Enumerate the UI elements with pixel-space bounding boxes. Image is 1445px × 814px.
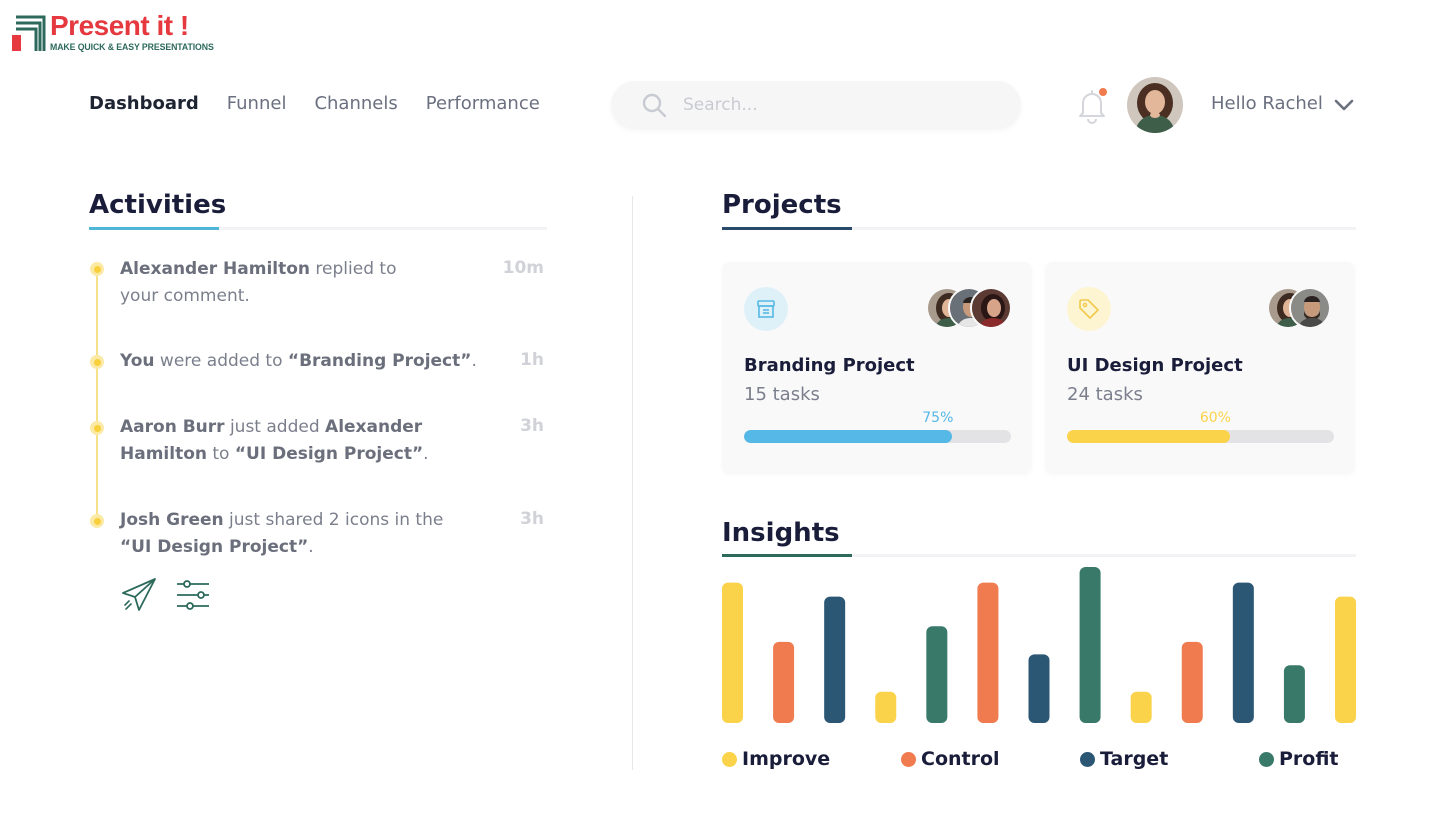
progress-percent: 75% <box>922 410 954 426</box>
main-nav: Dashboard Funnel Channels Performance <box>89 92 540 116</box>
project-card-ui-design[interactable]: UI Design Project 24 tasks 60% <box>1045 262 1355 474</box>
search-input[interactable] <box>683 95 983 115</box>
chart-bar-improve <box>875 691 897 723</box>
activity-time: 3h <box>520 416 544 436</box>
legend-item-target: Target <box>1080 748 1168 770</box>
activity-time: 3h <box>520 509 544 529</box>
avatar <box>970 287 1012 329</box>
legend-item-improve: Improve <box>722 748 830 770</box>
progress-fill <box>1067 430 1230 443</box>
team-avatars <box>926 287 1012 329</box>
activities-underline <box>89 227 547 230</box>
projects-title: Projects <box>722 190 842 220</box>
legend-dot <box>1080 751 1095 767</box>
timeline-line <box>96 270 98 522</box>
search-icon <box>642 93 667 118</box>
archive-box-icon <box>757 300 775 318</box>
project-tasks: 24 tasks <box>1067 384 1143 405</box>
logo-title: Present it ! <box>50 10 189 41</box>
nav-channels[interactable]: Channels <box>314 92 397 116</box>
paper-plane-icon[interactable] <box>121 577 157 613</box>
team-avatars <box>1267 287 1331 329</box>
activity-time: 10m <box>502 258 544 278</box>
activity-item-text: Alexander Hamilton replied to your commen… <box>120 259 397 306</box>
tag-icon <box>1079 299 1099 319</box>
chart-bar-target <box>1232 582 1254 723</box>
chevron-down-icon[interactable] <box>1333 96 1355 114</box>
avatar <box>1289 287 1331 329</box>
progress-percent: 60% <box>1199 410 1231 426</box>
timeline-dot <box>90 262 104 276</box>
chart-bar-profit <box>926 626 948 723</box>
legend-label: Target <box>1100 748 1169 770</box>
activities-title: Activities <box>89 190 227 220</box>
activity-time: 1h <box>520 350 544 370</box>
progress-fill <box>744 430 953 443</box>
nav-dashboard[interactable]: Dashboard <box>89 92 199 116</box>
logo-mark-icon <box>12 15 46 51</box>
chart-bar-control <box>977 582 999 723</box>
insights-underline <box>722 554 1356 557</box>
progress-bar <box>1067 430 1334 443</box>
timeline-dot <box>90 421 104 435</box>
insights-title: Insights <box>722 518 840 548</box>
chart-bar-target <box>1028 654 1050 723</box>
chart-bar-improve <box>722 582 743 723</box>
chart-bar-target <box>824 596 846 723</box>
timeline-dot <box>90 514 104 528</box>
project-name: UI Design Project <box>1067 355 1243 376</box>
legend-item-profit: Profit <box>1259 748 1339 770</box>
legend-dot <box>722 751 737 767</box>
legend-label: Improve <box>742 748 831 770</box>
project-icon-wrapper <box>744 287 788 331</box>
sliders-icon[interactable] <box>175 577 211 613</box>
chart-bar-profit <box>1079 567 1101 723</box>
nav-performance[interactable]: Performance <box>426 92 540 116</box>
legend-item-control: Control <box>901 748 1000 770</box>
chart-bar-profit <box>1283 665 1305 723</box>
timeline-dot <box>90 355 104 369</box>
notifications-button[interactable] <box>1075 86 1109 124</box>
search-bar <box>611 81 1021 129</box>
project-tasks: 15 tasks <box>744 384 820 405</box>
legend-dot <box>901 751 916 767</box>
activity-item-text: Josh Green just shared 2 icons in the “UI… <box>120 510 444 557</box>
chart-legend: Improve Control Target Profit <box>722 748 1362 774</box>
legend-label: Control <box>921 748 1000 770</box>
progress-bar <box>744 430 1011 443</box>
chart-bar-improve <box>1130 691 1152 723</box>
logo-subtitle: MAKE QUICK & EASY PRESENTATIONS <box>50 42 214 53</box>
legend-dot <box>1259 751 1274 767</box>
project-icon-wrapper <box>1067 287 1111 331</box>
activity-item-text: Aaron Burr just added Alexander Hamilton … <box>120 417 429 464</box>
shared-icons <box>121 577 211 613</box>
user-avatar[interactable] <box>1127 77 1183 133</box>
projects-underline <box>722 227 1356 230</box>
chart-bar-control <box>1181 641 1203 723</box>
notification-badge <box>1099 88 1107 96</box>
avatar-image <box>1127 77 1183 133</box>
chart-bar-improve <box>1335 596 1356 723</box>
nav-funnel[interactable]: Funnel <box>227 92 287 116</box>
project-name: Branding Project <box>744 355 915 376</box>
user-greeting[interactable]: Hello Rachel <box>1211 93 1323 114</box>
app-logo[interactable]: Present it ! MAKE QUICK & EASY PRESENTAT… <box>12 12 228 53</box>
activity-item-text: You were added to “Branding Project”. <box>120 351 477 371</box>
chart-bar-control <box>773 641 795 723</box>
insights-bar-chart <box>722 567 1356 723</box>
legend-label: Profit <box>1279 748 1339 770</box>
column-divider <box>632 196 633 770</box>
project-card-branding[interactable]: Branding Project 15 tasks 75% <box>722 262 1032 474</box>
